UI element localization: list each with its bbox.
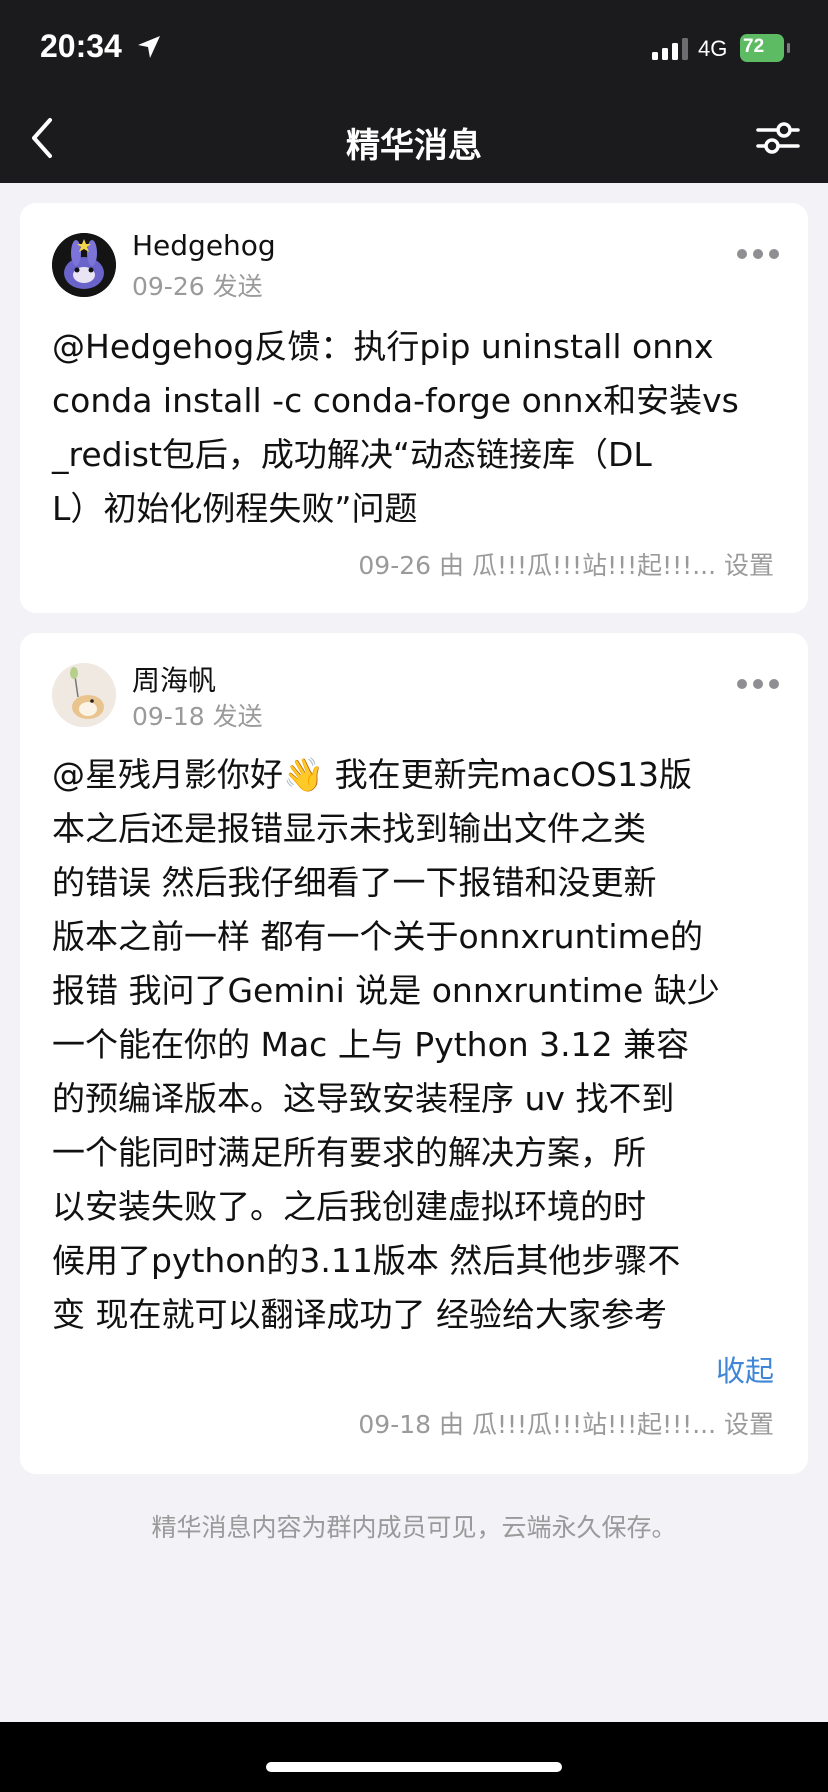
message-text: @星残月影你好👋 我在更新完macOS13版 本之后还是报错显示未找到输出文件之… [52, 748, 792, 1342]
filter-sliders-icon[interactable] [756, 118, 800, 158]
message-text: @Hedgehog反馈：执行pip uninstall onnx conda i… [52, 320, 792, 536]
author-name: 周海帆 [132, 664, 217, 697]
message-line: L）初始化例程失败”问题 [52, 489, 418, 528]
status-time: 20:34 [40, 28, 122, 64]
author-name: Hedgehog [132, 229, 276, 262]
hamster-avatar-icon [52, 663, 116, 727]
message-line: 版本之前一样 都有一个关于onnxruntime的 [52, 917, 703, 956]
set-by-info: 09-18 由 瓜!!!瓜!!!站!!!起!!!... 设置 [358, 1410, 774, 1439]
message-line: _redist包后，成功解决“动态链接库（DL [52, 435, 652, 474]
message-line: 变 现在就可以翻译成功了 经验给大家参考 [52, 1295, 667, 1334]
cellular-signal-icon [652, 38, 688, 60]
essence-message-card: Hedgehog 09-26 发送 @Hedgehog反馈：执行pip unin… [20, 203, 808, 613]
essence-note: 精华消息内容为群内成员可见，云端永久保存。 [151, 1513, 677, 1542]
more-options-icon[interactable] [736, 677, 780, 691]
home-indicator[interactable] [266, 1762, 562, 1772]
collapse-link[interactable]: 收起 [716, 1348, 774, 1390]
more-options-icon[interactable] [736, 247, 780, 261]
message-line: 本之后还是报错显示未找到输出文件之类 [52, 809, 646, 848]
message-line: 候用了python的3.11版本 然后其他步骤不 [52, 1241, 681, 1280]
bunny-avatar-icon [52, 233, 116, 297]
set-by-info: 09-26 由 瓜!!!瓜!!!站!!!起!!!... 设置 [358, 551, 774, 580]
battery-level: 72 [743, 36, 765, 57]
top-bar: 20:34 4G 72 精华消息 [0, 0, 828, 183]
essence-message-card: 周海帆 09-18 发送 @星残月影你好👋 我在更新完macOS13版 本之后还… [20, 633, 808, 1474]
battery-indicator: 72 [740, 34, 790, 62]
message-line: 一个能在你的 Mac 上与 Python 3.12 兼容 [52, 1025, 690, 1064]
message-line: 的错误 然后我仔细看了一下报错和没更新 [52, 863, 657, 902]
location-arrow-icon [138, 36, 160, 58]
message-line: 的预编译版本。这导致安装程序 uv 找不到 [52, 1079, 675, 1118]
message-line: @Hedgehog反馈：执行pip uninstall onnx [52, 327, 714, 366]
sent-date: 09-18 发送 [132, 702, 263, 731]
message-line: @星残月影你好👋 我在更新完macOS13版 [52, 755, 693, 794]
navigation-bar: 精华消息 [0, 96, 828, 183]
network-type: 4G [698, 36, 728, 61]
page-title: 精华消息 [346, 126, 482, 166]
status-bar: 20:34 4G 72 [0, 0, 828, 96]
message-line: 报错 我问了Gemini 说是 onnxruntime 缺少 [52, 971, 720, 1010]
battery-cap [787, 43, 790, 53]
message-line: 以安装失败了。之后我创建虚拟环境的时 [52, 1187, 646, 1226]
avatar[interactable] [52, 233, 116, 297]
sent-date: 09-26 发送 [132, 272, 263, 301]
bottom-safe-area [0, 1722, 828, 1792]
message-line: 一个能同时满足所有要求的解决方案，所 [52, 1133, 646, 1172]
message-line: conda install -c conda-forge onnx和安装vs [52, 381, 739, 420]
avatar[interactable] [52, 663, 116, 727]
